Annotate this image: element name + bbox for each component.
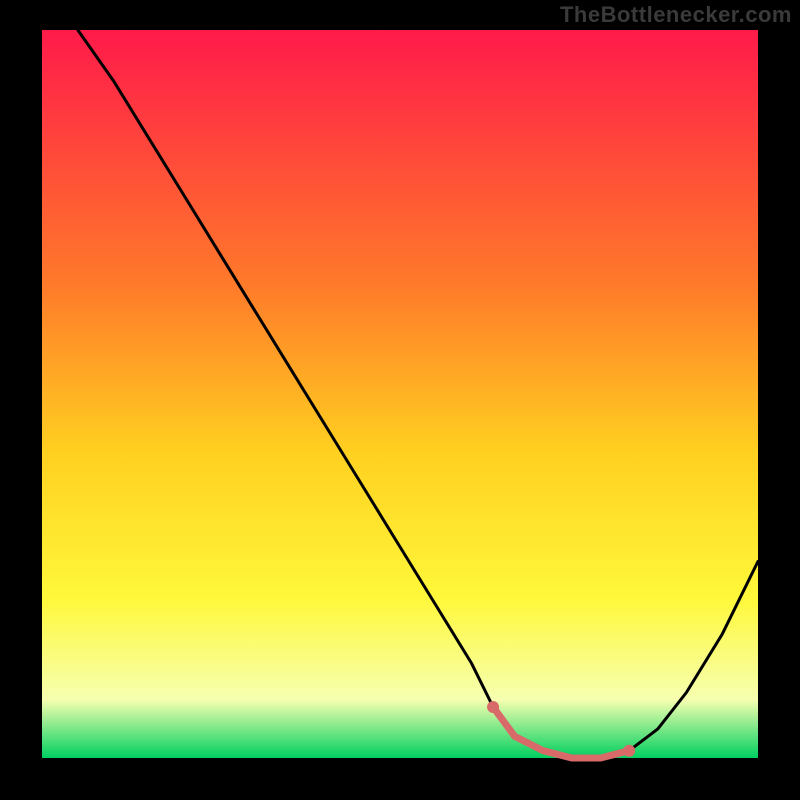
chart-container: TheBottlenecker.com xyxy=(0,0,800,800)
optimal-range-start-dot xyxy=(487,701,499,713)
bottleneck-chart xyxy=(0,0,800,800)
optimal-range-end-dot xyxy=(623,745,635,757)
